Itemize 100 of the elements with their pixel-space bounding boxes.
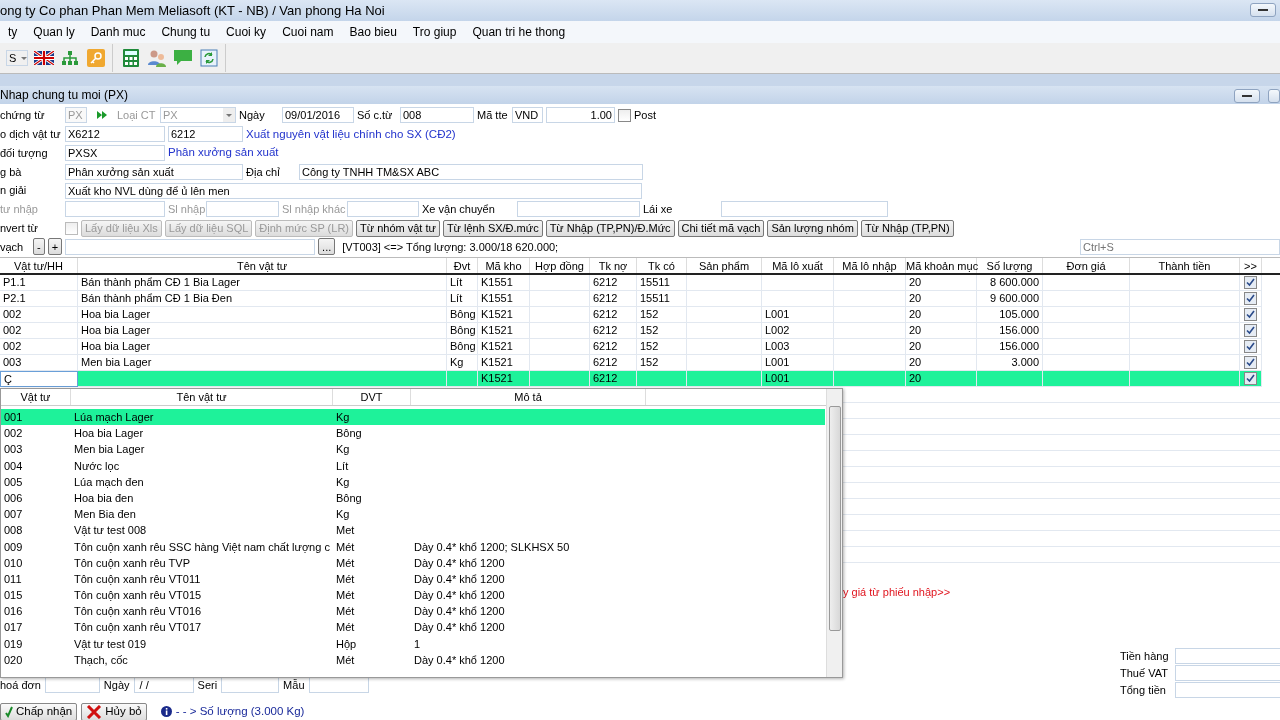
column-header[interactable]: Tk nợ — [590, 258, 637, 273]
lookup-row[interactable]: 011 Tôn cuộn xanh rêu VT011 Mét Dày 0.4* khổ 1200 — [1, 570, 825, 588]
cell-editor[interactable]: Ç — [0, 371, 78, 387]
key-icon[interactable] — [86, 48, 106, 68]
menu-item[interactable]: Chung tu — [153, 23, 219, 41]
lookup-row[interactable]: 001 Lúa mạch Lager Kg — [1, 409, 825, 426]
menu-item[interactable]: Bao bieu — [341, 23, 405, 41]
checkbox[interactable] — [1244, 308, 1257, 321]
column-header[interactable]: Thành tiền — [1130, 258, 1240, 273]
input-field[interactable] — [347, 201, 419, 218]
input-field[interactable] — [721, 201, 888, 218]
column-header[interactable]: >> — [1240, 258, 1262, 273]
input-field[interactable]: VND — [512, 107, 543, 124]
form-button[interactable]: Từ Nhập (TP,PN)/Đ.Mức — [545, 219, 675, 237]
flag-icon[interactable] — [34, 48, 54, 68]
column-header[interactable]: Đvt — [447, 258, 478, 273]
column-header[interactable]: Mã lô xuất — [762, 258, 834, 273]
lookup-row[interactable]: 003 Men bia Lager Kg — [1, 441, 825, 458]
form-button[interactable]: Từ nhóm vật tư — [356, 219, 440, 237]
column-header[interactable]: Tên vật tư — [78, 258, 447, 273]
minimize-button[interactable] — [1234, 89, 1260, 103]
input-field[interactable] — [517, 201, 640, 218]
lookup-row[interactable]: 019 Vật tư test 019 Hộp 1 — [1, 635, 825, 652]
input-field[interactable] — [1175, 665, 1280, 681]
checkbox[interactable] — [1244, 276, 1257, 289]
column-header[interactable]: Đơn giá — [1043, 258, 1130, 273]
input-field[interactable] — [206, 201, 279, 218]
checkbox[interactable] — [1244, 340, 1257, 353]
chat-icon[interactable] — [173, 48, 193, 68]
input-field[interactable]: 1.00 — [546, 107, 615, 124]
accept-button[interactable]: Chấp nhận — [0, 702, 78, 720]
cancel-button[interactable]: Hủy bỏ — [81, 702, 147, 720]
lookup-row[interactable]: 006 Hoa bia đen Bông — [1, 489, 825, 507]
form-button[interactable]: Chi tiết mã vạch — [677, 219, 765, 237]
form-button[interactable]: Từ lệnh SX/Đ.mức — [442, 219, 543, 237]
checkbox[interactable] — [618, 108, 631, 122]
input-field[interactable]: X6212 — [65, 126, 165, 143]
menu-item[interactable]: Quan ly — [25, 23, 83, 41]
input-field[interactable] — [65, 201, 165, 218]
table-cell-text: Dày 0.4* khổ 1200 — [413, 620, 506, 636]
checkbox[interactable] — [1244, 356, 1257, 369]
form-button[interactable]: - — [33, 238, 45, 256]
column-header[interactable]: Mô tả — [411, 389, 646, 405]
lookup-row[interactable]: 002 Hoa bia Lager Bông — [1, 425, 825, 442]
column-header[interactable]: Mã khoản mục — [906, 258, 977, 273]
fast-forward-icon[interactable] — [96, 110, 108, 121]
column-header[interactable]: Tên vật tư — [71, 389, 333, 405]
input-field[interactable] — [1175, 648, 1280, 664]
menu-item[interactable]: Danh muc — [82, 23, 154, 41]
lookup-row[interactable]: 009 Tôn cuộn xanh rêu SSC hàng Việt nam chất lượng c Mét Dày 0.4* khổ 1200; SLKHSX 50 — [1, 538, 825, 555]
lookup-row[interactable]: 016 Tôn cuộn xanh rêu VT016 Mét Dày 0.4* khổ 1200 — [1, 603, 825, 620]
calculator-icon[interactable] — [121, 48, 141, 68]
hierarchy-icon[interactable] — [60, 48, 80, 68]
column-header[interactable]: Mã kho — [478, 258, 530, 273]
menu-item[interactable]: Quan tri he thong — [464, 23, 574, 41]
checkbox[interactable] — [1244, 292, 1257, 305]
menu-item[interactable]: Tro giup — [404, 23, 465, 41]
input-field[interactable]: Xuất kho NVL dùng để ủ lên men — [65, 182, 642, 199]
input-field[interactable]: Phân xưởng sản xuất — [65, 163, 243, 180]
form-button[interactable]: Sản lượng nhóm — [767, 219, 858, 237]
column-header[interactable]: Sản phẩm — [687, 258, 762, 273]
lookup-row[interactable]: 017 Tôn cuộn xanh rêu VT017 Mét Dày 0.4* khổ 1200 — [1, 619, 825, 636]
menu-item[interactable]: ty — [0, 23, 26, 41]
column-header[interactable]: DVT — [333, 389, 411, 405]
input-field[interactable]: PXSX — [65, 145, 165, 161]
form-button[interactable]: Từ Nhập (TP,PN) — [860, 219, 954, 237]
column-header[interactable]: Vật tư/HH — [0, 258, 78, 273]
lookup-row[interactable]: 020 Thạch, cốc Mét Dày 0.4* khổ 1200 — [1, 651, 825, 668]
users-icon[interactable] — [147, 48, 167, 68]
column-header[interactable]: Mã lô nhập — [834, 258, 906, 273]
column-header[interactable]: Tk có — [637, 258, 687, 273]
price-link[interactable]: y giá từ phiếu nhập>> — [843, 584, 951, 601]
lookup-row[interactable]: 008 Vật tư test 008 Met — [1, 522, 825, 539]
column-header[interactable]: Số lượng — [977, 258, 1043, 273]
maximize-button[interactable] — [1268, 89, 1280, 103]
lookup-row[interactable]: 010 Tôn cuộn xanh rêu TVP Mét Dày 0.4* khổ 1200 — [1, 554, 825, 571]
scroll-thumb[interactable] — [829, 406, 841, 631]
input-field[interactable]: 008 — [400, 107, 474, 124]
lookup-row[interactable]: 004 Nước lọc Lít — [1, 457, 825, 474]
menu-item[interactable]: Cuoi nam — [274, 23, 342, 41]
input-field[interactable]: 6212 — [168, 126, 243, 143]
minimize-button[interactable] — [1250, 3, 1276, 17]
input-field[interactable]: Ctrl+S — [1080, 238, 1280, 255]
lookup-row[interactable]: 007 Men Bia đen Kg — [1, 506, 825, 523]
lookup-row[interactable]: 015 Tôn cuộn xanh rêu VT015 Mét Dày 0.4* khổ 1200 — [1, 587, 825, 604]
scrollbar[interactable] — [826, 389, 842, 677]
input-field[interactable]: Công ty TNHH TM&SX ABC — [299, 163, 643, 180]
input-field[interactable]: 09/01/2016 — [282, 107, 354, 124]
input-field[interactable] — [65, 238, 316, 255]
input-field[interactable] — [1175, 682, 1280, 698]
column-header[interactable]: Vật tư — [1, 389, 71, 405]
checkbox[interactable] — [1244, 324, 1257, 337]
form-button[interactable]: ... — [318, 238, 336, 256]
toolbar-combo[interactable]: S — [6, 50, 28, 66]
refresh-icon[interactable] — [199, 48, 219, 68]
lookup-row[interactable]: 005 Lúa mạch đen Kg — [1, 473, 825, 490]
menu-item[interactable]: Cuoi ky — [218, 23, 275, 41]
column-header[interactable]: Hợp đồng — [530, 258, 590, 273]
checkbox[interactable] — [1244, 372, 1257, 385]
form-button[interactable]: + — [47, 238, 63, 256]
